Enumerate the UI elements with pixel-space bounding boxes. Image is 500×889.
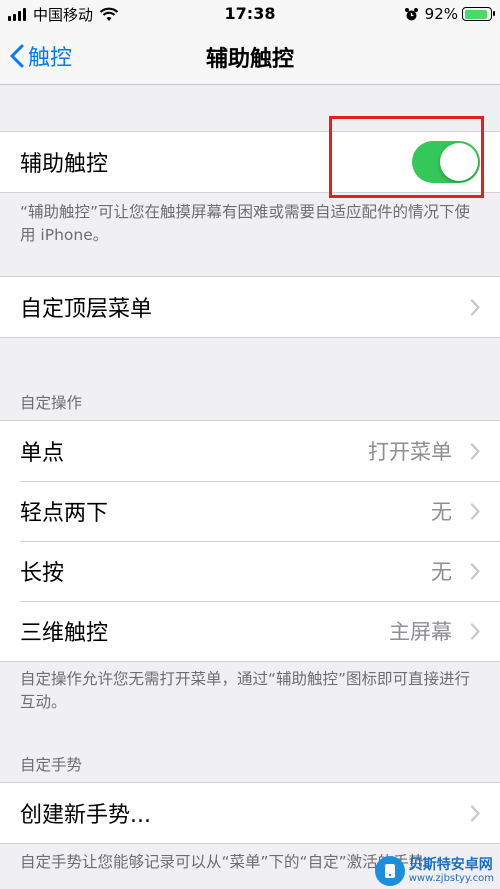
battery-icon (462, 7, 495, 21)
custom-actions-header: 自定操作 (20, 394, 83, 412)
page-title: 辅助触控 (205, 47, 294, 72)
chevron-right-icon (470, 443, 480, 460)
alarm-icon (404, 7, 418, 20)
action-label: 轻点两下 (20, 501, 109, 526)
customize-menu-label: 自定顶层菜单 (20, 297, 153, 322)
watermark: 贝斯特安卓网 www.zjbstyy.com (374, 856, 494, 886)
action-row-double-tap[interactable]: 轻点两下 无 (0, 481, 500, 541)
action-value: 无 (431, 500, 452, 524)
highlight-box (329, 116, 484, 198)
chevron-right-icon (470, 299, 480, 316)
custom-gestures-group: 创建新手势... (0, 782, 500, 844)
create-gesture-row[interactable]: 创建新手势... (0, 783, 500, 843)
watermark-url: www.zjbstyy.com (408, 873, 494, 884)
action-value: 无 (431, 560, 452, 584)
navigation-bar: 触控 辅助触控 (0, 28, 500, 85)
chevron-right-icon (470, 503, 480, 520)
action-row-single-tap[interactable]: 单点 打开菜单 (0, 421, 500, 481)
action-value: 打开菜单 (368, 440, 452, 464)
action-row-long-press[interactable]: 长按 无 (0, 541, 500, 601)
customize-menu-group: 自定顶层菜单 (0, 276, 500, 338)
custom-gestures-header: 自定手势 (20, 756, 83, 774)
chevron-right-icon (470, 805, 480, 822)
watermark-name: 贝斯特安卓网 (408, 857, 493, 873)
action-row-3d-touch[interactable]: 三维触控 主屏幕 (0, 601, 500, 661)
action-label: 单点 (20, 441, 65, 466)
action-label: 长按 (20, 561, 65, 586)
create-gesture-label: 创建新手势... (20, 803, 151, 828)
chevron-right-icon (470, 623, 480, 640)
custom-actions-group: 单点 打开菜单 轻点两下 无 长按 无 三维触控 主屏幕 (0, 420, 500, 662)
watermark-logo-icon (374, 856, 405, 886)
status-bar: 中国移动 17:38 92% (0, 0, 500, 28)
battery-percent: 92% (424, 5, 458, 23)
action-value: 主屏幕 (389, 620, 452, 644)
assistive-touch-footer: “辅助触控”可让您在触摸屏幕有困难或需要自适应配件的情况下使用 iPhone。 (20, 203, 471, 244)
action-label: 三维触控 (20, 621, 109, 646)
assistive-touch-label: 辅助触控 (20, 152, 109, 177)
chevron-right-icon (470, 563, 480, 580)
customize-menu-row[interactable]: 自定顶层菜单 (0, 277, 500, 337)
custom-actions-footer: 自定操作允许您无需打开菜单，通过“辅助触控”图标即可直接进行互动。 (20, 670, 471, 711)
